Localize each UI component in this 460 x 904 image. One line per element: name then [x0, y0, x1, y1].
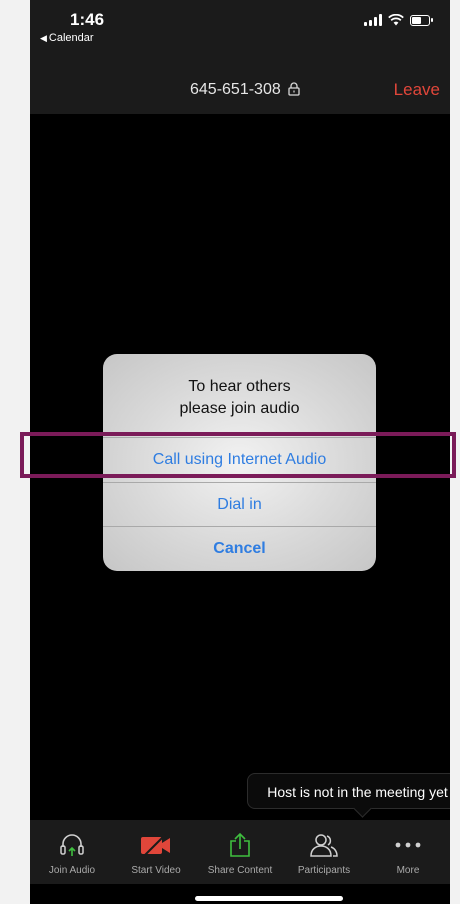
more-label: More: [396, 865, 420, 876]
back-to-app[interactable]: ◀ Calendar: [40, 32, 94, 44]
participants-label: Participants: [297, 865, 351, 876]
lock-icon: [288, 82, 300, 96]
meeting-id: 645-651-308: [190, 81, 281, 98]
tooltip-pointer: [353, 799, 372, 818]
signal-icon: [364, 14, 382, 26]
share-content-label: Share Content: [207, 865, 273, 876]
video-off-icon: [141, 834, 170, 856]
host-status-tooltip: Host is not in the meeting yet: [247, 773, 450, 818]
share-icon: [230, 832, 250, 857]
join-audio-button[interactable]: Join Audio: [30, 820, 114, 876]
join-audio-label: Join Audio: [48, 865, 96, 876]
cancel-button[interactable]: Cancel: [103, 527, 376, 571]
leave-button[interactable]: Leave: [394, 80, 440, 100]
more-icon: [395, 842, 421, 848]
back-arrow-icon: ◀: [40, 33, 47, 43]
home-indicator[interactable]: [195, 896, 343, 901]
meeting-toolbar: Join Audio Start Video Share Content Par…: [30, 820, 450, 884]
start-video-button[interactable]: Start Video: [114, 820, 198, 876]
share-content-button[interactable]: Share Content: [198, 820, 282, 876]
headphones-icon: [60, 834, 84, 856]
dialog-title: To hear others please join audio: [103, 376, 376, 420]
dialog-title-line1: To hear others: [188, 378, 291, 395]
meeting-header: 645-651-308 Leave: [30, 60, 450, 114]
dial-in-button[interactable]: Dial in: [103, 483, 376, 527]
highlight-box: [20, 432, 456, 478]
back-label: Calendar: [48, 32, 94, 44]
dialog-title-line2: please join audio: [179, 400, 300, 417]
status-bar: 1:46 ◀ Calendar: [30, 0, 450, 60]
battery-icon: [410, 15, 433, 26]
status-time: 1:46: [70, 10, 105, 29]
start-video-label: Start Video: [131, 865, 181, 876]
status-icons: [364, 14, 433, 26]
more-button[interactable]: More: [366, 820, 450, 876]
wifi-icon: [388, 14, 404, 26]
participants-button[interactable]: Participants: [282, 820, 366, 876]
tooltip-text: Host is not in the meeting yet: [267, 784, 448, 800]
participants-icon: [310, 834, 338, 857]
